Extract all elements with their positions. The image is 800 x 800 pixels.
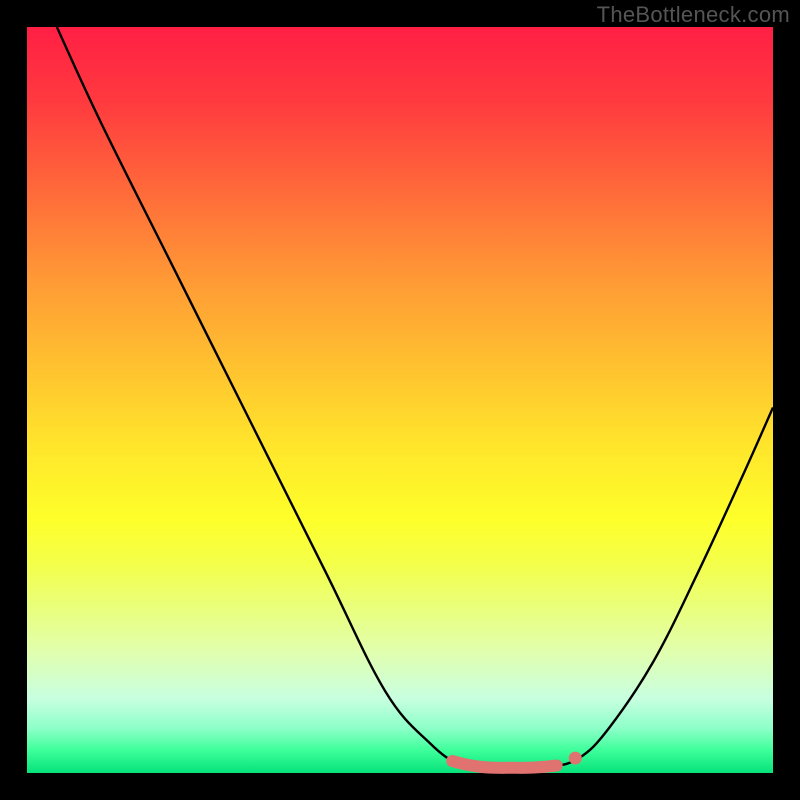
- optimal-marker-dot: [569, 752, 582, 765]
- chart-stage: TheBottleneck.com: [0, 0, 800, 800]
- watermark-text: TheBottleneck.com: [597, 2, 790, 28]
- bottleneck-curve: [57, 27, 773, 769]
- chart-overlay: [27, 27, 773, 773]
- optimal-range-highlight: [452, 761, 556, 768]
